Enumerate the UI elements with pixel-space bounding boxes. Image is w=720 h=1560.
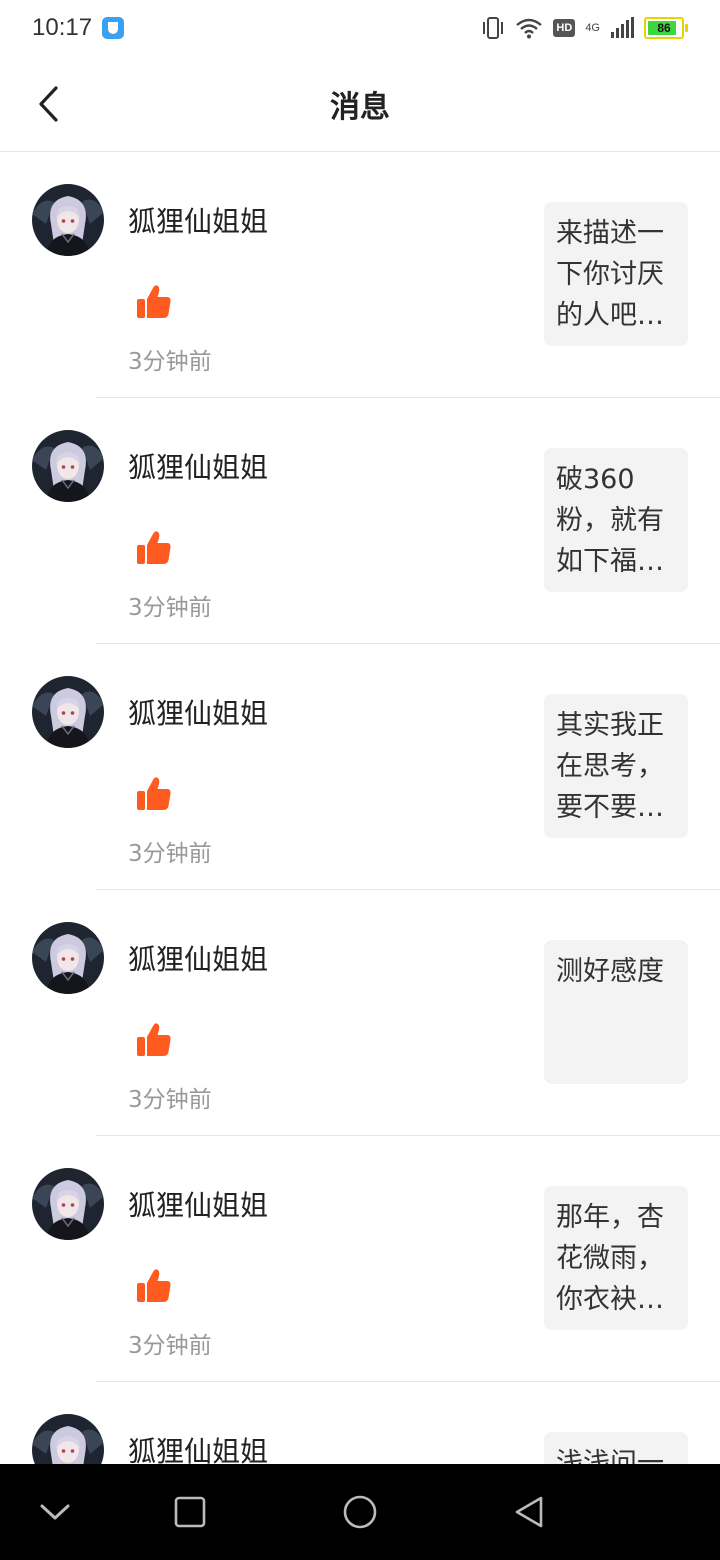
avatar-image [32, 922, 104, 994]
time-label: 3分钟前 [128, 1087, 212, 1113]
battery-level: 86 [657, 21, 671, 35]
message-row[interactable]: 狐狸仙姐姐 3分钟前 测好感度 [0, 890, 720, 1136]
post-preview-text: 来描述一下你讨厌的人吧… [556, 218, 664, 331]
post-preview-card[interactable]: 其实我正在思考，要不要… [544, 694, 688, 838]
post-preview-card[interactable]: 来描述一下你讨厌的人吧… [544, 202, 688, 346]
avatar[interactable] [32, 676, 104, 748]
post-preview-card[interactable]: 测好感度 [544, 940, 688, 1084]
avatar-image [32, 1168, 104, 1240]
nav-collapse-button[interactable] [27, 1484, 83, 1540]
post-preview-text: 破360粉，就有如下福… [556, 464, 664, 577]
message-row[interactable]: 狐狸仙姐姐 浅浅问一 [0, 1382, 720, 1464]
battery-icon: 86 [644, 17, 688, 39]
thumbs-up-icon [137, 1269, 171, 1302]
avatar-image [32, 676, 104, 748]
post-preview-text: 其实我正在思考，要不要… [556, 710, 664, 823]
signal-icon [611, 17, 634, 38]
post-preview-text: 测好感度 [556, 956, 664, 987]
status-icons: HD 4G 86 [481, 15, 688, 41]
avatar[interactable] [32, 1414, 104, 1464]
thumbs-up-icon [137, 531, 171, 564]
thumbs-up-icon [137, 1023, 171, 1056]
status-time: 10:17 [32, 14, 93, 41]
nav-back-button[interactable] [501, 1484, 557, 1540]
thumbs-up-icon [137, 285, 171, 318]
avatar-image [32, 430, 104, 502]
message-row[interactable]: 狐狸仙姐姐 3分钟前 来描述一下你讨厌的人吧… [0, 152, 720, 398]
thumbs-up-icon [137, 777, 171, 810]
username[interactable]: 狐狸仙姐姐 [128, 692, 268, 732]
time-label: 3分钟前 [128, 1333, 212, 1359]
message-row[interactable]: 狐狸仙姐姐 3分钟前 破360粉，就有如下福… [0, 398, 720, 644]
nav-home-button[interactable] [332, 1484, 388, 1540]
avatar-image [32, 184, 104, 256]
time-label: 3分钟前 [128, 841, 212, 867]
avatar-image [32, 1414, 104, 1464]
time-label: 3分钟前 [128, 595, 212, 621]
message-row[interactable]: 狐狸仙姐姐 3分钟前 那年，杏花微雨，你衣袂… [0, 1136, 720, 1382]
avatar[interactable] [32, 1168, 104, 1240]
avatar[interactable] [32, 430, 104, 502]
shield-app-icon [102, 17, 124, 39]
wifi-icon [516, 18, 543, 39]
triangle-back-icon [515, 1496, 543, 1528]
message-row[interactable]: 狐狸仙姐姐 3分钟前 其实我正在思考，要不要… [0, 644, 720, 890]
username[interactable]: 狐狸仙姐姐 [128, 1184, 268, 1224]
header: 消息 [0, 56, 720, 152]
time-label: 3分钟前 [128, 349, 212, 375]
network-label: 4G [585, 22, 600, 34]
nav-recents-button[interactable] [162, 1484, 218, 1540]
circle-icon [343, 1495, 377, 1529]
username[interactable]: 狐狸仙姐姐 [128, 446, 268, 486]
avatar[interactable] [32, 184, 104, 256]
status-bar: 10:17 HD 4G 86 [0, 0, 720, 56]
navigation-bar [0, 1464, 720, 1560]
avatar[interactable] [32, 922, 104, 994]
post-preview-card[interactable]: 浅浅问一 [544, 1432, 688, 1464]
post-preview-text: 那年，杏花微雨，你衣袂… [556, 1202, 664, 1315]
square-icon [174, 1496, 206, 1528]
post-preview-text: 浅浅问一 [556, 1448, 664, 1464]
chevron-down-icon [40, 1504, 70, 1520]
username[interactable]: 狐狸仙姐姐 [128, 200, 268, 240]
username[interactable]: 狐狸仙姐姐 [128, 938, 268, 978]
hd-icon: HD [553, 19, 576, 37]
vibrate-icon [483, 17, 504, 39]
post-preview-card[interactable]: 那年，杏花微雨，你衣袂… [544, 1186, 688, 1330]
message-list[interactable]: 狐狸仙姐姐 3分钟前 来描述一下你讨厌的人吧… 狐狸仙姐姐 3分钟前 破360粉… [0, 152, 720, 1464]
page-title: 消息 [330, 90, 390, 125]
post-preview-card[interactable]: 破360粉，就有如下福… [544, 448, 688, 592]
username[interactable]: 狐狸仙姐姐 [128, 1430, 268, 1464]
